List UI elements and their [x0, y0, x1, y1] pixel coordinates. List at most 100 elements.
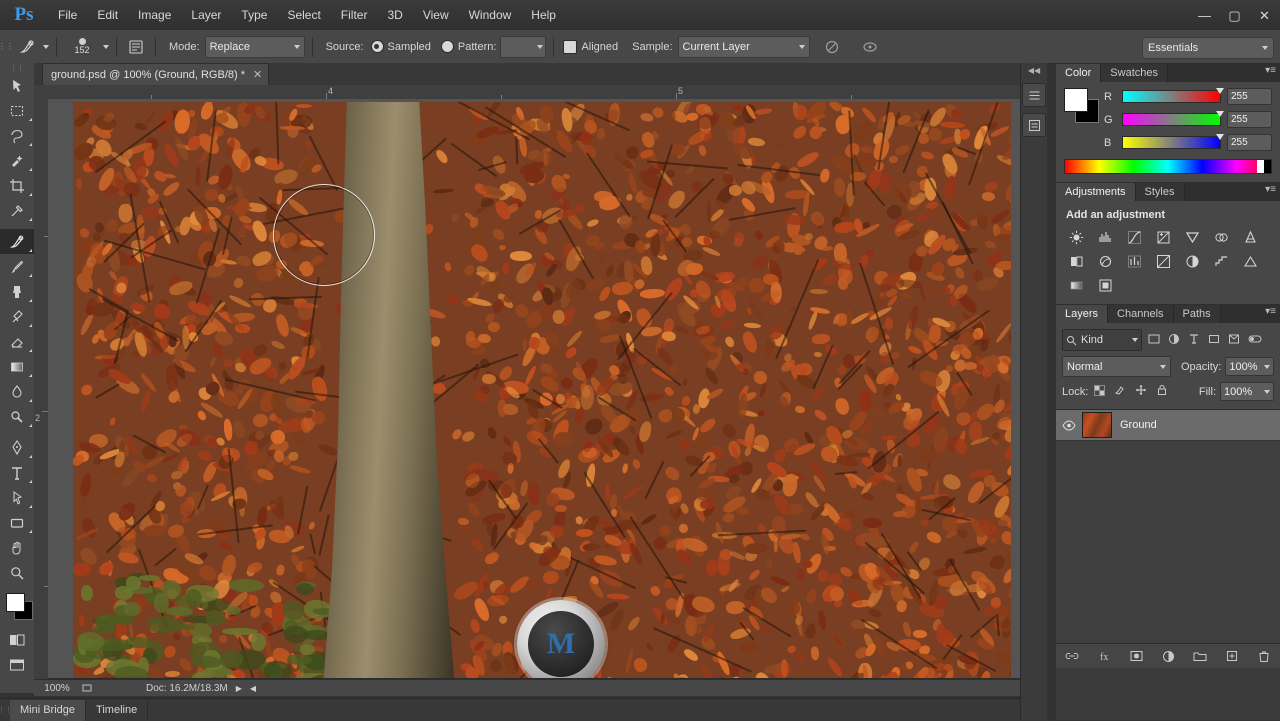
collapse-panels-icon[interactable]: ◀◀	[1021, 63, 1047, 77]
document-tab[interactable]: ground.psd @ 100% (Ground, RGB/8) * ✕	[42, 63, 270, 85]
horizontal-type-tool[interactable]	[0, 460, 34, 485]
tools-panel-grip[interactable]: ⋮⋮	[0, 63, 34, 73]
tool-preset-chevron-icon[interactable]	[43, 44, 49, 49]
image-canvas[interactable]: M	[73, 102, 1011, 679]
hand-tool[interactable]	[0, 535, 34, 560]
threshold-icon[interactable]	[1240, 252, 1261, 270]
properties-icon[interactable]	[1022, 113, 1046, 137]
crop-tool[interactable]	[0, 173, 34, 198]
foreground-color-chip[interactable]	[1064, 88, 1088, 112]
mode-select[interactable]: Replace	[204, 35, 305, 58]
channel-value-r[interactable]: 255	[1227, 88, 1272, 105]
zoom-level[interactable]: 100%	[34, 683, 80, 694]
lock-transparent-pixels-icon[interactable]	[1094, 384, 1106, 399]
rectangular-marquee-tool[interactable]	[0, 98, 34, 123]
tab-paths[interactable]: Paths	[1173, 305, 1221, 323]
sample-select[interactable]: Current Layer	[677, 35, 810, 58]
color-spectrum-ramp[interactable]	[1064, 159, 1272, 174]
tab-timeline[interactable]: Timeline	[86, 699, 149, 721]
curves-icon[interactable]	[1124, 228, 1145, 246]
fill-value[interactable]: 100%	[1220, 382, 1274, 401]
opacity-value[interactable]: 100%	[1225, 357, 1274, 376]
spot-healing-brush-tool[interactable]	[0, 229, 34, 254]
layer-name[interactable]: Ground	[1120, 419, 1157, 431]
screen-mode-button[interactable]	[0, 652, 34, 677]
photo-filter-icon[interactable]	[1095, 252, 1116, 270]
layer-thumbnail[interactable]	[1082, 412, 1112, 438]
blur-tool[interactable]	[0, 379, 34, 404]
clone-stamp-tool[interactable]	[0, 279, 34, 304]
workspace-selector[interactable]: Essentials	[1142, 37, 1274, 59]
color-preview[interactable]	[1064, 88, 1099, 123]
brush-size-preview[interactable]: 152	[64, 34, 100, 60]
selective-color-icon[interactable]	[1095, 276, 1116, 294]
gradient-map-icon[interactable]	[1066, 276, 1087, 294]
menu-file[interactable]: File	[48, 4, 87, 26]
pressure-for-size-button[interactable]	[858, 36, 882, 58]
status-resize-icon[interactable]: ◀	[250, 684, 256, 693]
new-fill-adjustment-icon[interactable]	[1158, 646, 1178, 666]
layer-mask-icon[interactable]	[1126, 646, 1146, 666]
levels-icon[interactable]	[1095, 228, 1116, 246]
channel-mixer-icon[interactable]	[1124, 252, 1145, 270]
menu-image[interactable]: Image	[128, 4, 181, 26]
bottom-panel-grip[interactable]: ⋮⋮	[0, 706, 12, 714]
tab-color[interactable]: Color	[1056, 64, 1102, 82]
link-layers-icon[interactable]	[1062, 646, 1082, 666]
dodge-tool[interactable]	[0, 404, 34, 429]
menu-type[interactable]: Type	[231, 4, 277, 26]
vibrance-icon[interactable]	[1182, 228, 1203, 246]
pen-tool[interactable]	[0, 435, 34, 460]
canvas-area[interactable]: M	[48, 99, 1046, 679]
hue-saturation-icon[interactable]	[1211, 228, 1232, 246]
menu-window[interactable]: Window	[459, 4, 522, 26]
tab-swatches[interactable]: Swatches	[1101, 64, 1168, 82]
filter-type-icon[interactable]	[1188, 333, 1200, 348]
history-brush-tool[interactable]	[0, 304, 34, 329]
layer-style-icon[interactable]: fx	[1094, 646, 1114, 666]
filter-shape-icon[interactable]	[1208, 333, 1220, 348]
channel-slider-b[interactable]	[1122, 134, 1224, 149]
new-group-icon[interactable]	[1190, 646, 1210, 666]
brush-picker-chevron-icon[interactable]	[103, 44, 109, 49]
quick-selection-tool[interactable]	[0, 148, 34, 173]
toggle-brush-panel-button[interactable]	[124, 36, 148, 58]
filter-toggle-icon[interactable]	[1248, 333, 1262, 348]
layer-filter-kind[interactable]: Kind	[1062, 329, 1142, 351]
filter-adjustment-icon[interactable]	[1168, 333, 1180, 348]
color-swatches[interactable]	[0, 591, 34, 621]
panel-menu-icon[interactable]: ▾≡	[1265, 307, 1276, 317]
foreground-color-swatch[interactable]	[6, 593, 25, 612]
tab-layers[interactable]: Layers	[1056, 305, 1109, 323]
source-pattern-radio[interactable]: Pattern:	[440, 40, 496, 53]
color-balance-icon[interactable]	[1240, 228, 1261, 246]
rectangle-tool[interactable]	[0, 510, 34, 535]
lock-image-pixels-icon[interactable]	[1114, 384, 1126, 399]
filter-smart-object-icon[interactable]	[1228, 333, 1240, 348]
gradient-tool[interactable]	[0, 354, 34, 379]
menu-3d[interactable]: 3D	[377, 4, 412, 26]
pattern-picker[interactable]	[500, 35, 547, 58]
menu-view[interactable]: View	[413, 4, 459, 26]
panel-menu-icon[interactable]: ▾≡	[1265, 185, 1276, 195]
panel-menu-icon[interactable]: ▾≡	[1265, 66, 1276, 76]
blend-mode-select[interactable]: Normal	[1062, 356, 1171, 377]
close-icon[interactable]: ✕	[253, 68, 262, 81]
layer-list[interactable]: Ground fx	[1056, 409, 1280, 668]
tab-adjustments[interactable]: Adjustments	[1056, 183, 1136, 201]
tab-channels[interactable]: Channels	[1108, 305, 1174, 323]
status-menu-icon[interactable]: ▶	[236, 684, 242, 693]
maximize-button[interactable]: ▢	[1220, 4, 1249, 26]
menu-select[interactable]: Select	[277, 4, 330, 26]
quick-mask-button[interactable]	[0, 627, 34, 652]
options-bar-grip[interactable]: ⋮⋮	[0, 30, 14, 63]
delete-layer-icon[interactable]	[1254, 646, 1274, 666]
color-lookup-icon[interactable]	[1153, 252, 1174, 270]
exposure-icon[interactable]	[1153, 228, 1174, 246]
invert-icon[interactable]	[1182, 252, 1203, 270]
eraser-tool[interactable]	[0, 329, 34, 354]
new-layer-icon[interactable]	[1222, 646, 1242, 666]
menu-layer[interactable]: Layer	[181, 4, 231, 26]
channel-slider-g[interactable]	[1122, 111, 1224, 126]
menu-help[interactable]: Help	[521, 4, 566, 26]
